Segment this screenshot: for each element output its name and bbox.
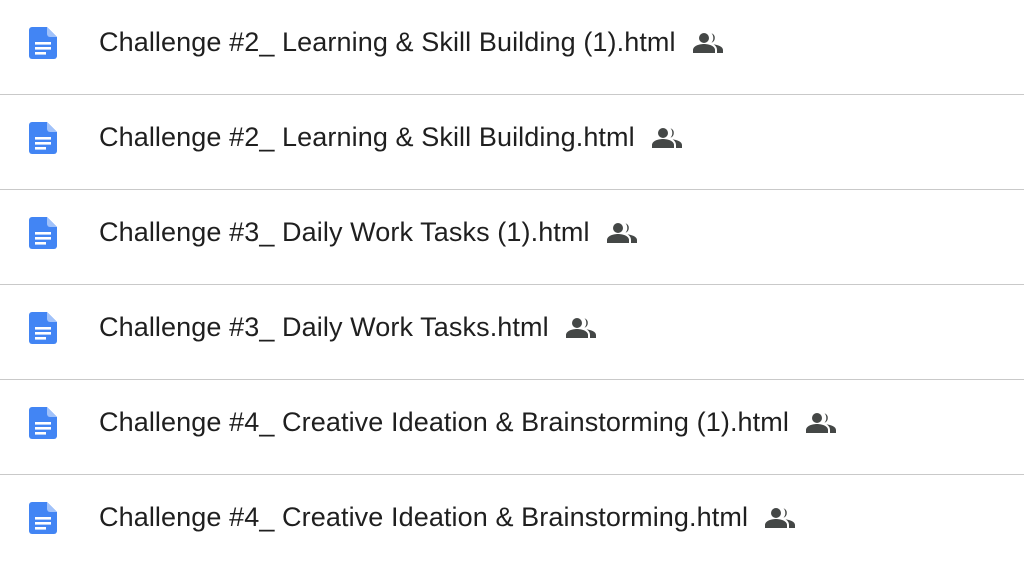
file-row[interactable]: Challenge #3_ Daily Work Tasks.html — [0, 285, 1024, 380]
shared-people-icon — [651, 127, 683, 149]
google-docs-icon — [29, 312, 57, 344]
file-list: Challenge #2_ Learning & Skill Building … — [0, 0, 1024, 568]
file-name-wrap: Challenge #3_ Daily Work Tasks (1).html — [99, 190, 638, 275]
shared-people-icon — [764, 507, 796, 529]
google-docs-icon — [29, 122, 57, 154]
google-docs-icon — [29, 217, 57, 249]
file-name: Challenge #4_ Creative Ideation & Brains… — [99, 502, 749, 532]
file-name: Challenge #2_ Learning & Skill Building.… — [99, 122, 635, 152]
google-docs-icon — [29, 27, 57, 59]
file-name-wrap: Challenge #2_ Learning & Skill Building … — [99, 0, 724, 85]
file-name: Challenge #2_ Learning & Skill Building … — [99, 27, 676, 57]
shared-people-icon — [805, 412, 837, 434]
file-name: Challenge #4_ Creative Ideation & Brains… — [99, 407, 789, 437]
file-name-wrap: Challenge #4_ Creative Ideation & Brains… — [99, 380, 837, 465]
shared-people-icon — [606, 222, 638, 244]
file-name-wrap: Challenge #3_ Daily Work Tasks.html — [99, 285, 597, 370]
file-row[interactable]: Challenge #4_ Creative Ideation & Brains… — [0, 475, 1024, 568]
file-row[interactable]: Challenge #3_ Daily Work Tasks (1).html — [0, 190, 1024, 285]
shared-people-icon — [565, 317, 597, 339]
file-name: Challenge #3_ Daily Work Tasks (1).html — [99, 217, 590, 247]
google-docs-icon — [29, 502, 57, 534]
file-row[interactable]: Challenge #4_ Creative Ideation & Brains… — [0, 380, 1024, 475]
google-docs-icon — [29, 407, 57, 439]
file-name: Challenge #3_ Daily Work Tasks.html — [99, 312, 549, 342]
file-name-wrap: Challenge #4_ Creative Ideation & Brains… — [99, 475, 796, 560]
file-name-wrap: Challenge #2_ Learning & Skill Building.… — [99, 95, 683, 180]
file-row[interactable]: Challenge #2_ Learning & Skill Building … — [0, 0, 1024, 95]
shared-people-icon — [692, 32, 724, 54]
file-row[interactable]: Challenge #2_ Learning & Skill Building.… — [0, 95, 1024, 190]
